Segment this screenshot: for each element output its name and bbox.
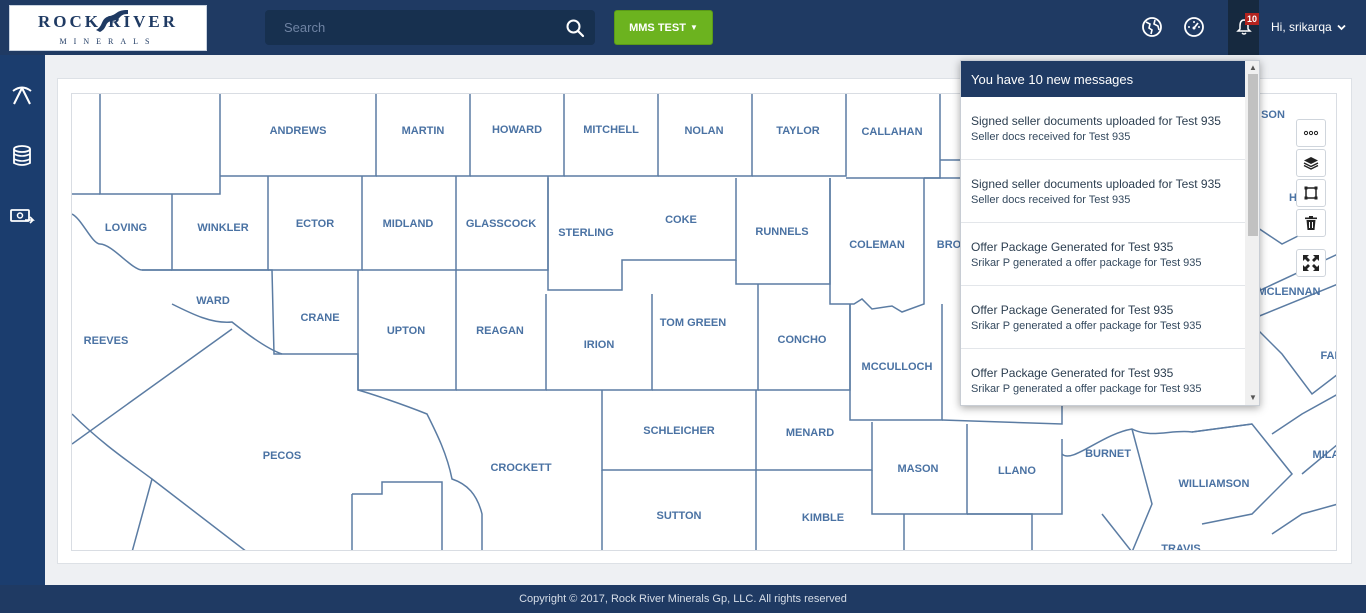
sidebar <box>0 55 45 585</box>
county-label: RUNNELS <box>755 226 809 238</box>
more-options-icon <box>1303 130 1319 136</box>
notifications-button[interactable]: 10 <box>1228 0 1259 55</box>
notification-item[interactable]: Signed seller documents uploaded for Tes… <box>961 97 1245 160</box>
money-exchange-icon[interactable] <box>8 202 36 230</box>
county-label: GLASSCOCK <box>465 218 537 230</box>
county-label: STERLING <box>558 227 614 239</box>
county-label: MASON <box>897 463 939 475</box>
county-label: FAI <box>1320 350 1337 362</box>
top-navbar: ROCK RIVER MINERALS MMS TEST ▼ <box>0 0 1366 55</box>
scrollbar-thumb[interactable] <box>1248 74 1258 236</box>
county-label: MCLENNAN <box>1257 286 1321 298</box>
notification-title: Signed seller documents uploaded for Tes… <box>971 114 1221 128</box>
county-label: HOWARD <box>491 124 543 136</box>
notification-subtitle: Srikar P generated a offer package for T… <box>971 257 1202 269</box>
fullscreen-button[interactable] <box>1296 249 1326 277</box>
dashboard-gauge-icon[interactable] <box>1183 16 1205 38</box>
app-root: ROCK RIVER MINERALS MMS TEST ▼ <box>0 0 1366 613</box>
notifications-list: Signed seller documents uploaded for Tes… <box>961 97 1245 405</box>
draw-polygon-icon <box>1304 186 1318 200</box>
county-label: CONCHO <box>777 334 827 346</box>
county-label: UPTON <box>386 325 426 337</box>
notification-subtitle: Seller docs received for Test 935 <box>971 194 1131 206</box>
county-label: SCHLEICHER <box>643 425 715 437</box>
copyright-text: Copyright © 2017, Rock River Minerals Gp… <box>519 593 847 605</box>
chevron-down-icon <box>1337 24 1346 31</box>
notification-subtitle: Srikar P generated a offer package for T… <box>971 320 1202 332</box>
notification-subtitle: Srikar P generated a offer package for T… <box>971 383 1202 395</box>
county-label: KIMBLE <box>801 512 845 524</box>
county-label: COKE <box>665 214 697 226</box>
county-label: MIDLAND <box>382 218 434 230</box>
notification-subtitle: Seller docs received for Test 935 <box>971 131 1131 143</box>
more-options-button[interactable] <box>1296 119 1326 147</box>
scroll-up-icon[interactable]: ▲ <box>1249 63 1257 72</box>
trash-icon <box>1305 216 1317 230</box>
footer: Copyright © 2017, Rock River Minerals Gp… <box>0 585 1366 613</box>
search-icon[interactable] <box>565 18 585 38</box>
county-label: COLEMAN <box>849 239 905 251</box>
county-label: TAYLOR <box>776 125 820 137</box>
county-label: CALLAHAN <box>861 126 923 138</box>
scroll-down-icon[interactable]: ▼ <box>1249 393 1257 402</box>
county-label: REEVES <box>83 335 129 347</box>
notifications-dropdown: You have 10 new messages Signed seller d… <box>960 60 1260 406</box>
county-label: CROCKETT <box>490 462 552 474</box>
county-label: ANDREWS <box>269 125 327 137</box>
county-label: WINKLER <box>197 222 249 234</box>
notification-item[interactable]: Offer Package Generated for Test 935 Sri… <box>961 286 1245 349</box>
county-label: TOM GREEN <box>659 317 727 329</box>
notification-title: Offer Package Generated for Test 935 <box>971 240 1174 254</box>
logo-text: ROCK RIVER <box>37 12 179 31</box>
county-label: MILA <box>1312 449 1337 461</box>
brand-logo[interactable]: ROCK RIVER MINERALS <box>9 5 207 51</box>
county-label: BRO <box>936 239 962 251</box>
notification-item[interactable]: Offer Package Generated for Test 935 Sri… <box>961 349 1245 405</box>
county-label: TRAVIS <box>1161 543 1201 551</box>
county-label: WILLIAMSON <box>1178 478 1250 490</box>
layers-button[interactable] <box>1296 149 1326 177</box>
county-label: MENARD <box>785 427 835 439</box>
search-input[interactable] <box>265 10 555 45</box>
county-label: CRANE <box>300 312 340 324</box>
globe-icon[interactable] <box>1141 16 1163 38</box>
notifications-scrollbar[interactable]: ▲ ▼ <box>1245 61 1259 405</box>
county-label: BURNET <box>1085 448 1131 460</box>
county-label: ECTOR <box>295 218 335 230</box>
county-label: LLANO <box>998 465 1036 477</box>
coin-stack-icon[interactable] <box>8 142 36 170</box>
county-label: MITCHELL <box>583 124 639 136</box>
logo-subtext: MINERALS <box>59 37 157 46</box>
notifications-header: You have 10 new messages <box>961 61 1245 97</box>
county-label: MCCULLOCH <box>861 361 933 373</box>
notification-title: Offer Package Generated for Test 935 <box>971 366 1174 380</box>
draw-polygon-button[interactable] <box>1296 179 1326 207</box>
county-label: NOLAN <box>684 125 724 137</box>
search-box <box>265 10 595 45</box>
pickaxe-icon[interactable] <box>8 82 36 110</box>
project-selector-label: MMS TEST <box>629 21 686 34</box>
notification-title: Signed seller documents uploaded for Tes… <box>971 177 1221 191</box>
project-selector-button[interactable]: MMS TEST ▼ <box>614 10 713 45</box>
county-label: WARD <box>196 295 230 307</box>
user-greeting: Hi, srikarqa <box>1271 20 1332 34</box>
user-menu[interactable]: Hi, srikarqa <box>1271 20 1346 34</box>
county-label: REAGAN <box>476 325 524 337</box>
fullscreen-icon <box>1303 255 1319 271</box>
delete-shape-button[interactable] <box>1296 209 1326 237</box>
county-label: MARTIN <box>401 125 445 137</box>
county-label: SON <box>1261 109 1285 121</box>
notification-item[interactable]: Signed seller documents uploaded for Tes… <box>961 160 1245 223</box>
notification-item[interactable]: Offer Package Generated for Test 935 Sri… <box>961 223 1245 286</box>
county-label: PECOS <box>262 450 302 462</box>
county-label: LOVING <box>104 222 148 234</box>
layers-icon <box>1303 157 1319 170</box>
caret-down-icon: ▼ <box>689 23 698 32</box>
county-label: SUTTON <box>656 510 702 522</box>
notification-title: Offer Package Generated for Test 935 <box>971 303 1174 317</box>
county-label: IRION <box>583 339 615 351</box>
notification-count-badge: 10 <box>1245 13 1259 25</box>
